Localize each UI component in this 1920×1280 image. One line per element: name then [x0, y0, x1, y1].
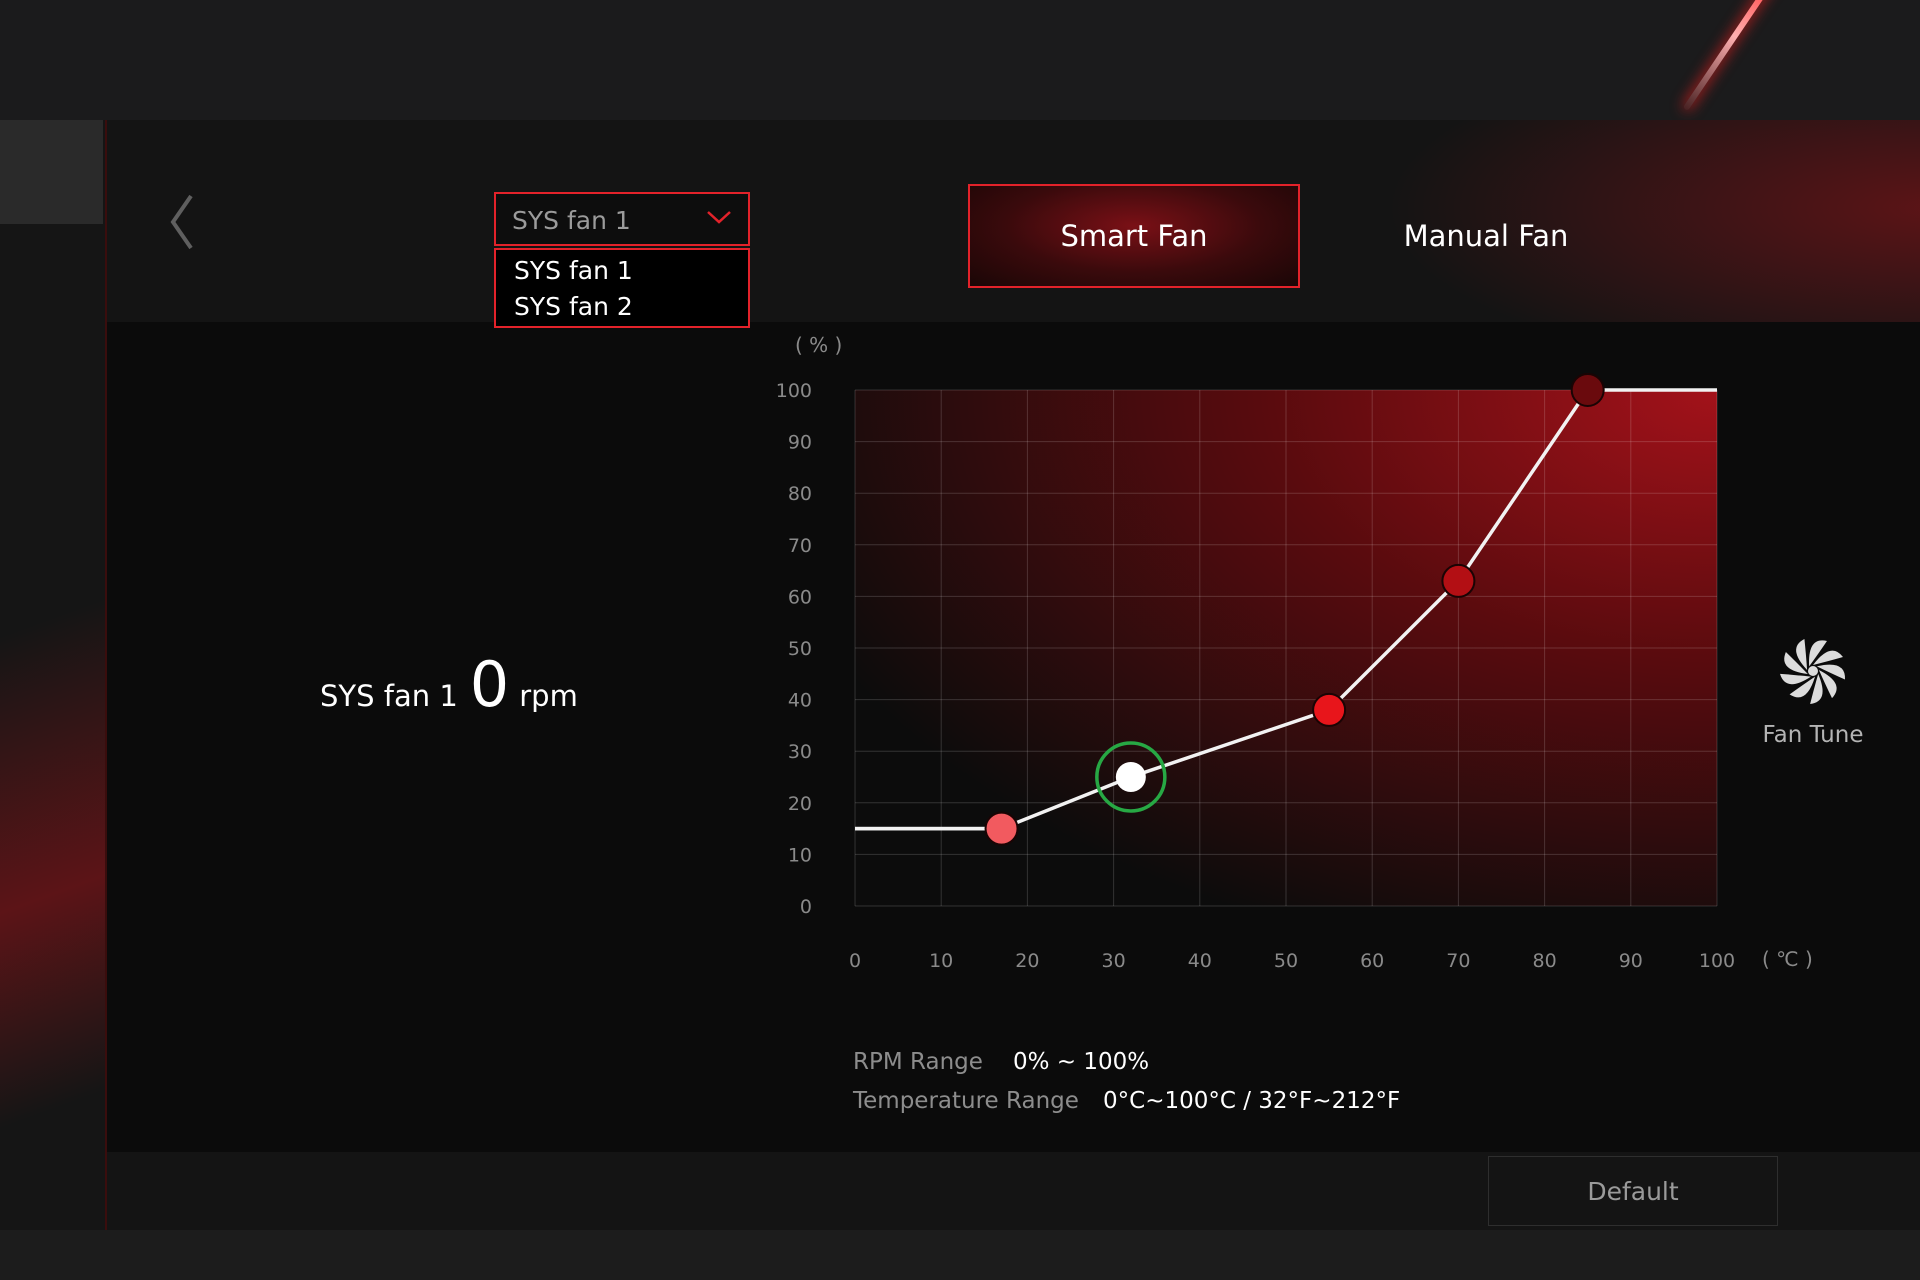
chevron-left-icon — [170, 194, 193, 250]
y-tick-label-8: 80 — [788, 483, 812, 505]
sidebar-tab[interactable] — [0, 120, 103, 224]
y-tick-label-6: 60 — [788, 586, 812, 608]
x-tick-label-7: 70 — [1446, 950, 1470, 972]
rpm-range-value: 0% ~ 100% — [1013, 1049, 1150, 1075]
rpm-range-label: RPM Range — [853, 1049, 983, 1075]
sidebar-glow — [0, 590, 105, 1150]
rpm-value: 0 — [469, 648, 510, 721]
curve-point-2[interactable] — [1115, 762, 1146, 792]
footer-bar — [0, 1230, 1920, 1280]
x-tick-label-9: 90 — [1619, 950, 1643, 972]
temperature-range-value: 0°C~100°C / 32°F~212°F — [1103, 1088, 1401, 1114]
y-tick-label-10: 100 — [776, 380, 812, 402]
fan-select-value: SYS fan 1 — [512, 206, 631, 235]
fan-curve-chart[interactable]: 0 10 20 30 40 50 60 70 80 90 100 0 10 20 30 40 50 60 70 80 9… — [740, 322, 1840, 1002]
x-tick-label-4: 40 — [1188, 950, 1212, 972]
default-button[interactable]: Default — [1488, 1156, 1778, 1226]
y-tick-label-9: 90 — [788, 432, 812, 454]
fan-tune-label: Fan Tune — [1762, 722, 1864, 748]
y-tick-label-7: 70 — [788, 535, 812, 557]
top-bar — [0, 0, 1920, 120]
x-unit-label: ( ℃ ) — [1762, 947, 1813, 971]
y-unit-label: ( % ) — [795, 333, 842, 357]
x-tick-label-8: 80 — [1533, 950, 1557, 972]
curve-point-1[interactable] — [984, 811, 1019, 846]
curve-point-3[interactable] — [1312, 692, 1347, 727]
rpm-unit: rpm — [519, 679, 578, 713]
fan-select[interactable]: SYS fan 1 — [494, 192, 750, 246]
fan-option-sys-fan-2[interactable]: SYS fan 2 — [514, 292, 633, 321]
fan-dropdown-list: SYS fan 1 SYS fan 2 — [494, 248, 750, 328]
fan-tune-button[interactable]: Fan Tune — [1748, 636, 1868, 756]
fan-option-sys-fan-1[interactable]: SYS fan 1 — [514, 256, 633, 285]
sidebar — [0, 120, 107, 1230]
rpm-fan-label: SYS fan 1 — [320, 679, 458, 713]
y-tick-label-0: 0 — [800, 896, 812, 918]
y-tick-label-3: 30 — [788, 741, 812, 763]
back-button[interactable] — [165, 192, 201, 252]
tab-smart-fan[interactable]: Smart Fan — [968, 184, 1300, 288]
y-tick-label-5: 50 — [788, 638, 812, 660]
temperature-range-label: Temperature Range — [853, 1088, 1079, 1114]
x-tick-label-10: 100 — [1699, 950, 1735, 972]
curve-point-5[interactable] — [1570, 373, 1605, 407]
x-tick-label-1: 10 — [929, 950, 953, 972]
tab-manual-fan[interactable]: Manual Fan — [1320, 184, 1652, 288]
x-tick-label-3: 30 — [1102, 950, 1126, 972]
x-tick-label-2: 20 — [1015, 950, 1039, 972]
x-tick-label-5: 50 — [1274, 950, 1298, 972]
decorative-red-stripe — [1682, 0, 1778, 112]
fan-icon — [1780, 639, 1845, 704]
x-tick-label-6: 60 — [1360, 950, 1384, 972]
curve-point-4[interactable] — [1441, 563, 1476, 598]
y-tick-label-4: 40 — [788, 690, 812, 712]
y-tick-label-2: 20 — [788, 793, 812, 815]
rpm-readout: SYS fan 1 0 rpm — [320, 648, 578, 728]
x-tick-label-0: 0 — [849, 950, 861, 972]
y-tick-label-1: 10 — [788, 844, 812, 866]
chevron-down-icon — [707, 211, 731, 224]
